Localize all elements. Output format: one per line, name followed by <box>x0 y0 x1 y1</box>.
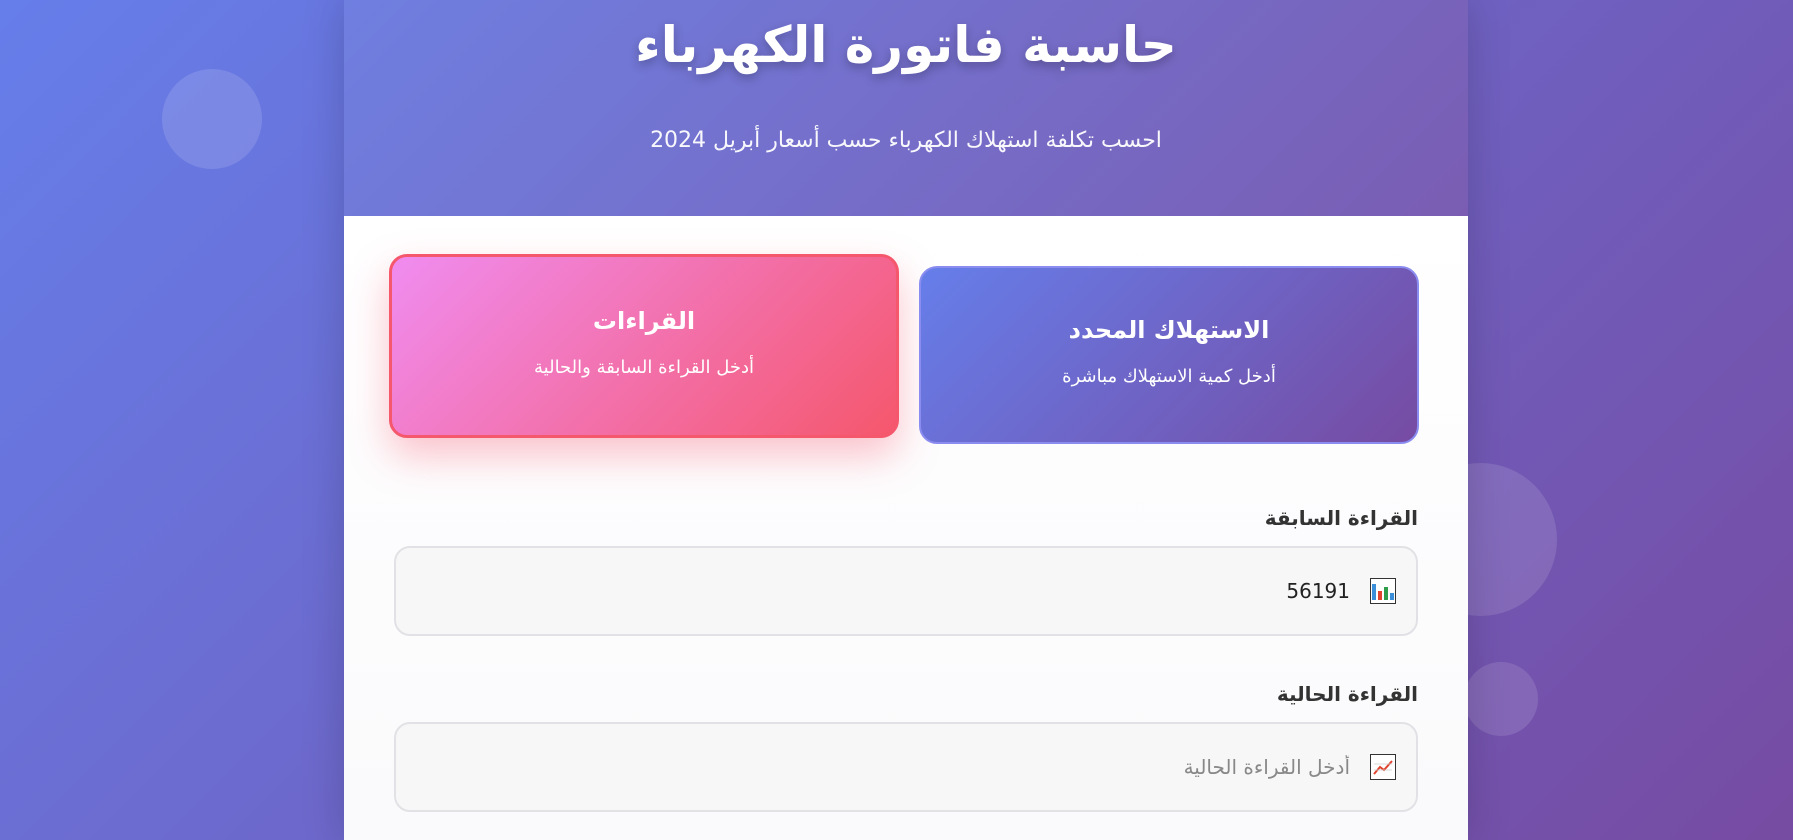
mode-card-readings[interactable]: القراءات أدخل القراءة السابقة والحالية <box>389 254 899 438</box>
previous-reading-input[interactable] <box>396 579 1350 603</box>
mode-card-description: أدخل كمية الاستهلاك مباشرة <box>1062 366 1276 387</box>
header: حاسبة فاتورة الكهرباء احسب تكلفة استهلاك… <box>344 0 1468 216</box>
decorative-bubble <box>162 69 262 169</box>
form-area: القراءات أدخل القراءة السابقة والحالية ا… <box>344 216 1468 840</box>
mode-card-description: أدخل القراءة السابقة والحالية <box>534 357 754 378</box>
mode-card-title: القراءات <box>592 307 696 335</box>
bar-chart-icon <box>1370 578 1396 604</box>
calculator-container: حاسبة فاتورة الكهرباء احسب تكلفة استهلاك… <box>344 0 1468 840</box>
mode-card-consumption[interactable]: الاستهلاك المحدد أدخل كمية الاستهلاك مبا… <box>919 266 1419 444</box>
mode-card-title: الاستهلاك المحدد <box>1068 316 1270 344</box>
current-reading-input[interactable] <box>396 755 1350 779</box>
decorative-bubble <box>1464 662 1538 736</box>
line-chart-icon <box>1370 754 1396 780</box>
current-reading-field[interactable] <box>394 722 1418 812</box>
previous-reading-label: القراءة السابقة <box>1264 506 1418 530</box>
previous-reading-field[interactable] <box>394 546 1418 636</box>
page-title: حاسبة فاتورة الكهرباء <box>635 16 1177 74</box>
current-reading-label: القراءة الحالية <box>1276 682 1418 706</box>
page-subtitle: احسب تكلفة استهلاك الكهرباء حسب أسعار أب… <box>650 128 1162 153</box>
